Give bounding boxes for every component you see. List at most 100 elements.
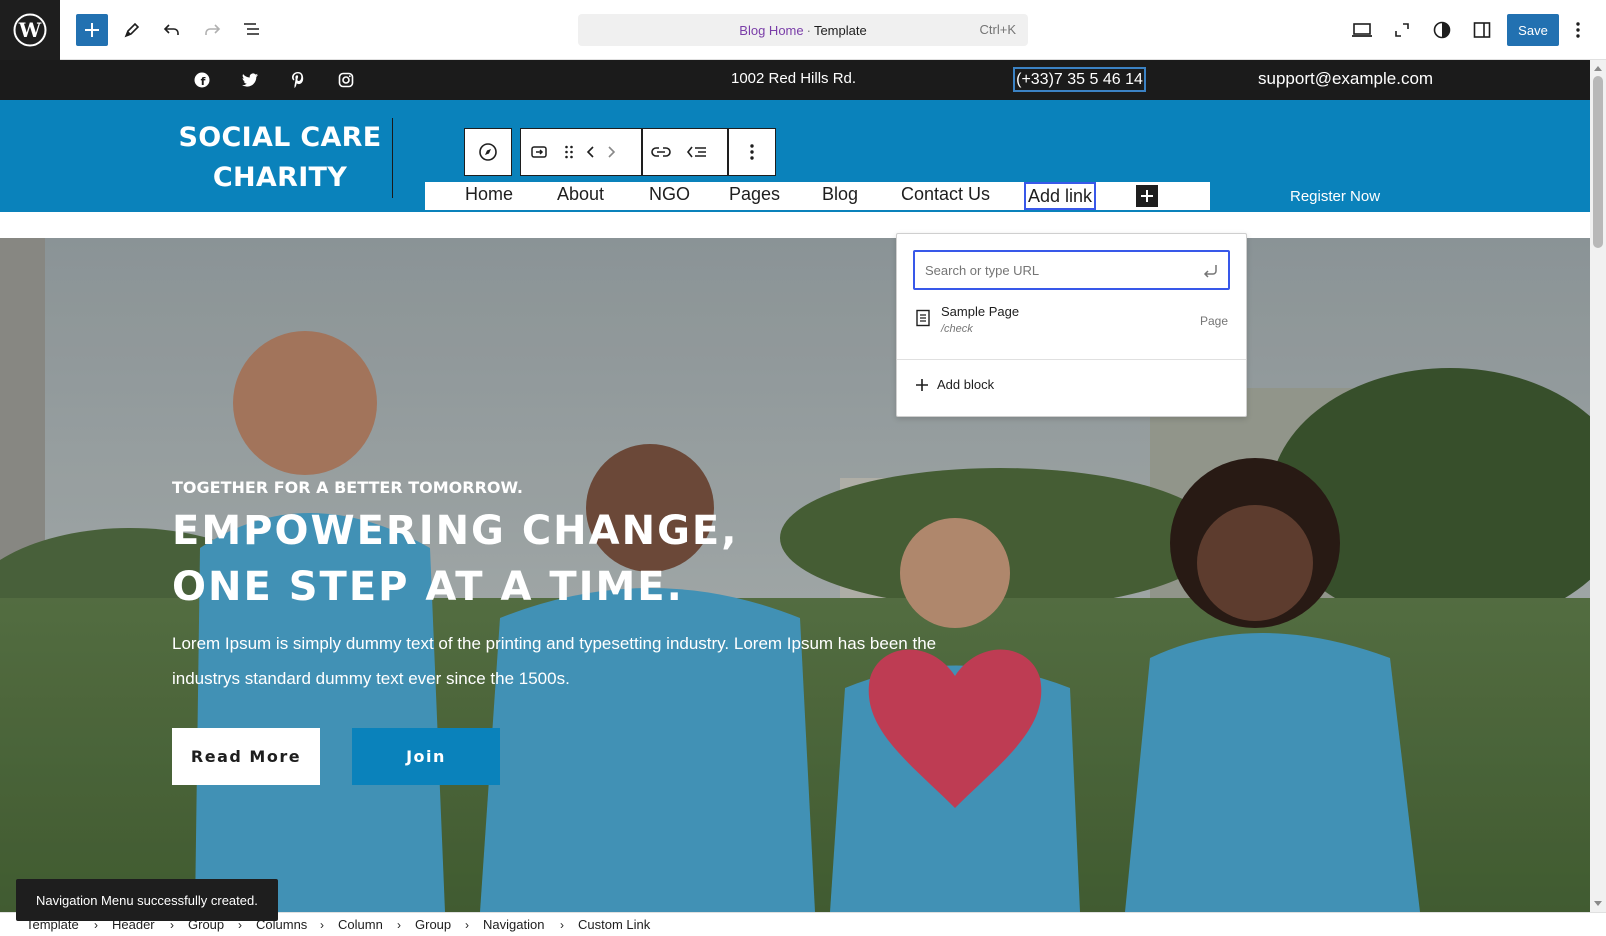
nav-item-blog[interactable]: Blog [822, 184, 858, 205]
plus-icon [1141, 190, 1153, 202]
hero-paragraph: Lorem Ipsum is simply dummy text of the … [172, 634, 937, 688]
options-button[interactable] [1566, 14, 1590, 46]
document-separator: · [806, 22, 811, 38]
join-button[interactable]: Join [352, 728, 500, 785]
select-parent-button[interactable] [465, 129, 511, 175]
link-icon [651, 147, 671, 157]
settings-sidebar-button[interactable] [1466, 14, 1498, 46]
move-right-button[interactable] [601, 129, 621, 175]
redo-button[interactable] [196, 14, 228, 46]
scroll-down-arrow[interactable] [1594, 901, 1602, 906]
suggestion-type: Page [1199, 314, 1228, 328]
logo-divider [392, 118, 393, 198]
nav-item-ngo[interactable]: NGO [649, 184, 690, 205]
block-toolbar-main [520, 128, 642, 176]
move-left-button[interactable] [581, 129, 601, 175]
plus-icon [85, 23, 99, 37]
document-title: Blog Home [739, 22, 804, 38]
instagram-icon[interactable] [336, 70, 356, 90]
list-view-icon [244, 23, 259, 35]
link-button[interactable] [643, 129, 679, 175]
add-block-button[interactable]: Add block [915, 377, 994, 392]
hero-headline: EMPOWERING CHANGE, ONE STEP AT A TIME. [172, 503, 738, 615]
submit-icon[interactable] [1200, 261, 1220, 281]
pencil-icon [124, 22, 140, 38]
popover-divider [897, 359, 1246, 360]
submenu-icon [686, 146, 706, 158]
editor-canvas[interactable]: f 1002 Red Hills Rd. (+33)7 35 5 46 14 s… [0, 60, 1590, 912]
url-search-field[interactable] [913, 250, 1230, 290]
block-options-button[interactable] [729, 129, 775, 175]
block-inserter-button[interactable] [76, 14, 108, 46]
desktop-icon [1352, 23, 1372, 37]
breadcrumb-separator: › [397, 918, 401, 932]
save-button[interactable]: Save [1507, 14, 1559, 46]
sidebar-icon [1473, 22, 1491, 38]
site-phone[interactable]: (+33)7 35 5 46 14 [1013, 67, 1146, 92]
chevron-left-icon [586, 146, 594, 158]
plus-icon [916, 378, 928, 391]
link-control-popover: Sample Page /check Page Add block [896, 233, 1247, 417]
svg-text:f: f [201, 75, 206, 88]
twitter-icon[interactable] [240, 70, 260, 90]
site-logo-line-2: CHARITY [212, 162, 348, 193]
nav-item-add-link[interactable]: Add link [1024, 182, 1097, 210]
breadcrumb-item[interactable]: Navigation [483, 917, 544, 932]
canvas-scrollbar[interactable] [1590, 60, 1606, 912]
tools-button[interactable] [116, 14, 148, 46]
site-email: support@example.com [1258, 69, 1434, 88]
block-toolbar-link-tools [642, 128, 728, 176]
suggestion-title: Sample Page [941, 304, 1020, 319]
site-logo-line-1: SOCIAL CARE [178, 122, 382, 153]
hero-headline-line-1: EMPOWERING CHANGE, [172, 508, 739, 554]
command-shortcut: Ctrl+K [979, 22, 1016, 37]
wordpress-logo-button[interactable]: W [0, 0, 60, 60]
nav-item-home[interactable]: Home [465, 184, 513, 205]
block-type-button[interactable] [521, 129, 557, 175]
more-vertical-icon [750, 144, 754, 160]
redo-icon [205, 24, 221, 35]
breadcrumb-item[interactable]: Column [338, 917, 383, 932]
hero-headline-line-2: ONE STEP AT A TIME. [172, 564, 684, 610]
expand-icon [1395, 23, 1409, 37]
nav-item-pages[interactable]: Pages [729, 184, 780, 205]
fullscreen-button[interactable] [1386, 14, 1418, 46]
site-logo[interactable]: SOCIAL CARE CHARITY [170, 118, 390, 198]
wordpress-icon: W [13, 13, 47, 47]
undo-button[interactable] [156, 14, 188, 46]
custom-link-icon [531, 146, 547, 158]
document-overview-button[interactable] [236, 14, 268, 46]
link-suggestion-item[interactable]: Sample Page /check Page [897, 304, 1246, 348]
block-toolbar-options [728, 128, 776, 176]
read-more-button[interactable]: Read More [172, 728, 320, 785]
drag-handle-icon [565, 145, 573, 159]
site-info-bar: f 1002 Red Hills Rd. (+33)7 35 5 46 14 s… [0, 60, 1590, 100]
nav-item-contact-us[interactable]: Contact Us [901, 184, 990, 205]
breadcrumb-item-current[interactable]: Custom Link [578, 917, 650, 932]
nav-item-about[interactable]: About [557, 184, 604, 205]
breadcrumb-separator: › [465, 918, 469, 932]
add-submenu-button[interactable] [679, 129, 715, 175]
drag-handle[interactable] [557, 129, 581, 175]
breadcrumb-separator: › [320, 918, 324, 932]
breadcrumb-item[interactable]: Group [415, 917, 451, 932]
nav-add-item-button[interactable] [1136, 185, 1158, 207]
snackbar-message: Navigation Menu successfully created. [36, 892, 258, 908]
scroll-up-arrow[interactable] [1594, 66, 1602, 71]
document-bar[interactable]: Blog Home · Template Ctrl+K [578, 14, 1028, 46]
styles-button[interactable] [1426, 14, 1458, 46]
undo-icon [163, 24, 179, 35]
svg-text:W: W [18, 18, 42, 42]
suggestion-url: /check [941, 323, 973, 335]
url-search-input[interactable] [925, 260, 1195, 280]
facebook-icon[interactable]: f [192, 70, 212, 90]
page-icon [916, 309, 930, 327]
site-address: 1002 Red Hills Rd. [731, 70, 857, 87]
scrollbar-thumb[interactable] [1593, 76, 1603, 248]
site-header: SOCIAL CARE CHARITY Home About NGO Pages… [0, 100, 1590, 212]
register-now-link[interactable]: Register Now [1290, 188, 1380, 205]
block-toolbar-parent [464, 128, 512, 176]
snackbar-notice[interactable]: Navigation Menu successfully created. [16, 879, 278, 921]
device-preview-button[interactable] [1346, 14, 1378, 46]
pinterest-icon[interactable] [288, 70, 308, 90]
